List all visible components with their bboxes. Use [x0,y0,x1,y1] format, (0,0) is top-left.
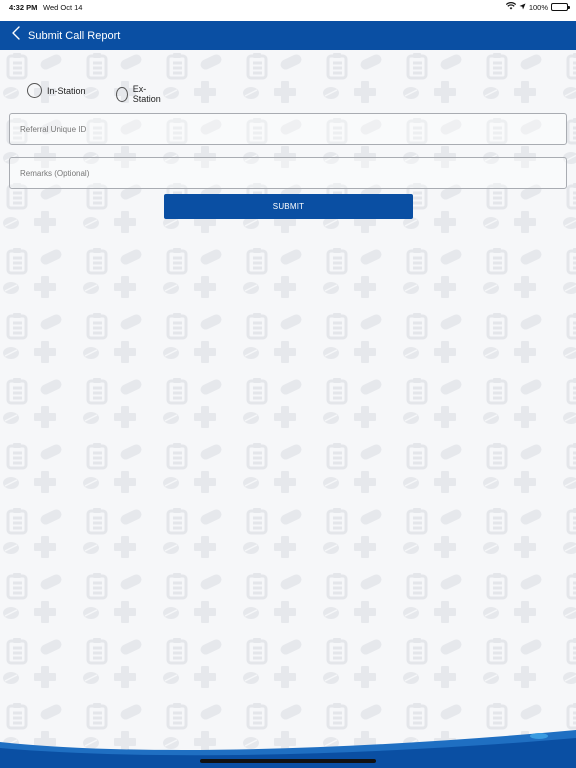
status-indicators: 100% [505,2,570,12]
radio-circle-icon[interactable] [116,86,128,102]
referral-id-field [9,113,567,145]
remarks-input[interactable] [10,158,566,188]
home-indicator[interactable] [200,759,376,763]
wifi-icon [505,2,516,12]
navigation-bar: Submit Call Report [0,21,576,50]
remarks-field [9,157,567,189]
ex-station-label: Ex-Station [132,84,161,104]
station-type-radio-group: In-Station Ex-Station [27,83,161,104]
submit-button[interactable]: SUBMIT [164,194,413,219]
status-bar: 4:32 PM Wed Oct 14 100% [0,0,576,21]
in-station-radio[interactable]: In-Station [27,83,86,98]
status-date: Wed Oct 14 [43,3,83,12]
status-time: 4:32 PM [9,3,38,12]
ex-station-radio[interactable]: Ex-Station [116,84,164,104]
referral-id-input[interactable] [10,114,566,144]
chevron-left-icon [12,26,20,45]
battery-icon [551,3,570,11]
page-title: Submit Call Report [28,29,121,42]
battery-percent: 100% [528,2,548,12]
back-button[interactable] [4,21,28,50]
radio-circle-icon[interactable] [27,83,42,98]
location-icon [519,3,526,12]
in-station-label: In-Station [47,85,86,96]
